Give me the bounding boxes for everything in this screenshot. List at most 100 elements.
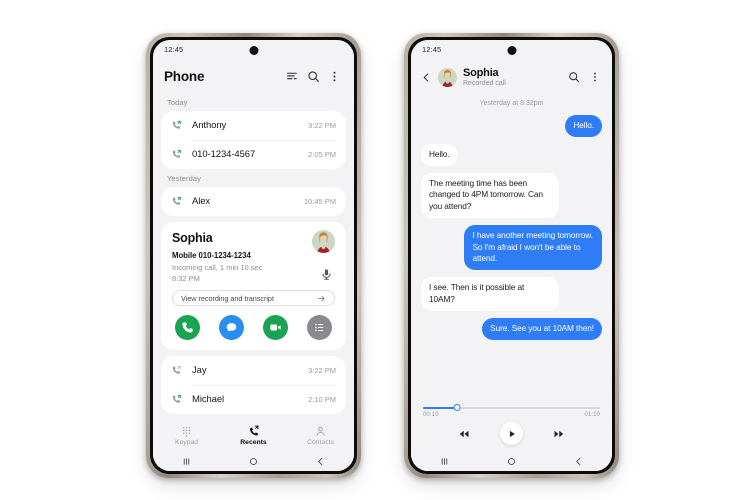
avatar (438, 67, 457, 87)
right-status-bar: 12:45 (411, 40, 612, 59)
overflow-menu-icon[interactable] (326, 68, 343, 85)
call-time: 3:22 PM (308, 121, 336, 130)
table-row[interactable]: Alex 10:45 PM (161, 187, 346, 216)
screenshot-canvas: 12:45 Phone Today Anthony 3:22 PM 010-12… (0, 0, 750, 500)
message-bubble-incoming: The meeting time has been changed to 4PM… (421, 172, 559, 218)
call-contact-name: 010-1234-4567 (192, 149, 256, 160)
back-nav-icon[interactable] (566, 456, 592, 467)
more-action-button[interactable] (307, 315, 332, 340)
left-phone-screen: 12:45 Phone Today Anthony 3:22 PM 010-12… (153, 40, 354, 471)
expanded-contact-name: Sophia (172, 231, 213, 245)
date-divider: Yesterday at 8.32pm (479, 100, 544, 107)
tab-label: Contacts (307, 439, 334, 446)
recents-list[interactable]: Today Anthony 3:22 PM 010-1234-4567 2:05… (153, 93, 354, 418)
expanded-call-card[interactable]: Sophia Mobile 010-1234-1234 Incoming cal… (161, 222, 346, 350)
call-action-button[interactable] (175, 315, 200, 340)
tab-label: Keypad (174, 439, 199, 446)
tab-contacts[interactable]: Contacts (287, 424, 354, 446)
call-group-yesterday: Alex 10:45 PM (161, 187, 346, 216)
microphone-icon[interactable] (320, 268, 333, 281)
back-nav-icon[interactable] (308, 456, 334, 467)
status-clock: 12:45 (164, 45, 184, 54)
tab-label: Recents (240, 439, 267, 446)
message-bubble-incoming: I see. Then is it possible at 10AM? (421, 277, 559, 311)
missed-call-icon (171, 365, 186, 376)
left-status-bar: 12:45 (153, 40, 354, 59)
left-phone-bezel: 12:45 Phone Today Anthony 3:22 PM 010-12… (150, 37, 357, 474)
call-group-today: Anthony 3:22 PM 010-1234-4567 2:05 PM (161, 111, 346, 169)
rewind-icon[interactable] (456, 426, 472, 442)
call-contact-name: Jay (192, 365, 207, 376)
table-row[interactable]: Anthony 3:22 PM (161, 111, 346, 140)
table-row[interactable]: Michael 2:10 PM (161, 385, 346, 414)
home-nav-icon[interactable] (241, 456, 267, 467)
call-time: 2:05 PM (308, 150, 336, 159)
sort-icon[interactable] (284, 68, 301, 85)
playback-times: 00:10 01:10 (423, 412, 600, 418)
fast-forward-icon[interactable] (551, 426, 567, 442)
chevron-left-icon[interactable] (420, 72, 433, 83)
front-camera-punch-hole (507, 46, 516, 55)
status-clock: 12:45 (422, 45, 442, 54)
recents-icon (248, 424, 260, 437)
search-icon[interactable] (566, 69, 582, 85)
call-time: 2:10 PM (308, 395, 336, 404)
day-label-today: Today (167, 98, 188, 107)
audio-player: 00:10 01:10 (411, 398, 612, 451)
expanded-phone-number: Mobile 010-1234-1234 (172, 251, 251, 260)
outgoing-call-icon (171, 120, 186, 131)
transcript-header: Sophia Recorded call (411, 59, 612, 95)
duration-time: 01:10 (584, 412, 600, 418)
recents-nav-icon[interactable] (432, 456, 458, 467)
message-bubble-outgoing: Sure. See you at 10AM then! (482, 317, 602, 340)
tab-keypad[interactable]: Keypad (153, 424, 220, 446)
page-title: Phone (164, 68, 205, 84)
right-phone-screen: 12:45 Sophia Recorded call Yesterday at … (411, 40, 612, 471)
contact-subtitle: Recorded call (463, 80, 506, 87)
phone-app-header: Phone (153, 59, 354, 93)
front-camera-punch-hole (249, 46, 258, 55)
quick-actions-row (172, 315, 335, 341)
call-time: 3:22 PM (308, 366, 336, 375)
progress-fill (423, 407, 457, 409)
message-bubble-incoming: Hello. (421, 143, 458, 166)
transcript-message-list[interactable]: Yesterday at 8.32pm Hello. Hello. The me… (411, 95, 612, 398)
table-row[interactable]: Jay 3:22 PM (161, 356, 346, 385)
expanded-call-time: 8:32 PM (172, 274, 200, 283)
table-row[interactable]: 010-1234-4567 2:05 PM (161, 140, 346, 169)
outgoing-call-icon (171, 149, 186, 160)
right-phone-device: 12:45 Sophia Recorded call Yesterday at … (404, 33, 619, 478)
call-contact-name: Alex (192, 196, 211, 207)
message-bubble-outgoing: Hello. (565, 115, 602, 137)
keypad-icon (181, 424, 192, 437)
home-nav-icon[interactable] (499, 456, 525, 467)
outgoing-call-icon (171, 394, 186, 405)
elapsed-time: 00:10 (423, 412, 439, 418)
video-call-action-button[interactable] (263, 315, 288, 340)
left-phone-device: 12:45 Phone Today Anthony 3:22 PM 010-12… (146, 33, 361, 478)
call-contact-name: Anthony (192, 120, 227, 131)
playback-progress-slider[interactable] (423, 404, 600, 411)
call-contact-name: Michael (192, 394, 225, 405)
day-label-yesterday: Yesterday (167, 174, 201, 183)
view-recording-label: View recording and transcript (181, 293, 274, 303)
tab-recents[interactable]: Recents (220, 424, 287, 446)
contacts-icon (315, 424, 326, 437)
contact-name: Sophia (463, 67, 499, 79)
overflow-menu-icon[interactable] (587, 69, 603, 85)
expanded-call-detail: Incoming call, 1 min 10 sec (172, 263, 263, 272)
transcript-header-text: Sophia Recorded call (463, 67, 561, 87)
call-group-more: Jay 3:22 PM Michael 2:10 PM (161, 356, 346, 414)
android-nav-bar (153, 451, 354, 471)
right-phone-bezel: 12:45 Sophia Recorded call Yesterday at … (408, 37, 615, 474)
progress-knob[interactable] (453, 404, 461, 411)
message-action-button[interactable] (219, 315, 244, 340)
search-icon[interactable] (305, 68, 322, 85)
message-bubble-outgoing: I have another meeting tomorrow. So I'm … (464, 224, 602, 271)
avatar (312, 230, 335, 253)
playback-controls (423, 422, 600, 445)
outgoing-call-icon (171, 196, 186, 207)
play-icon[interactable] (500, 422, 523, 445)
view-recording-button[interactable]: View recording and transcript (172, 290, 335, 306)
recents-nav-icon[interactable] (174, 456, 200, 467)
